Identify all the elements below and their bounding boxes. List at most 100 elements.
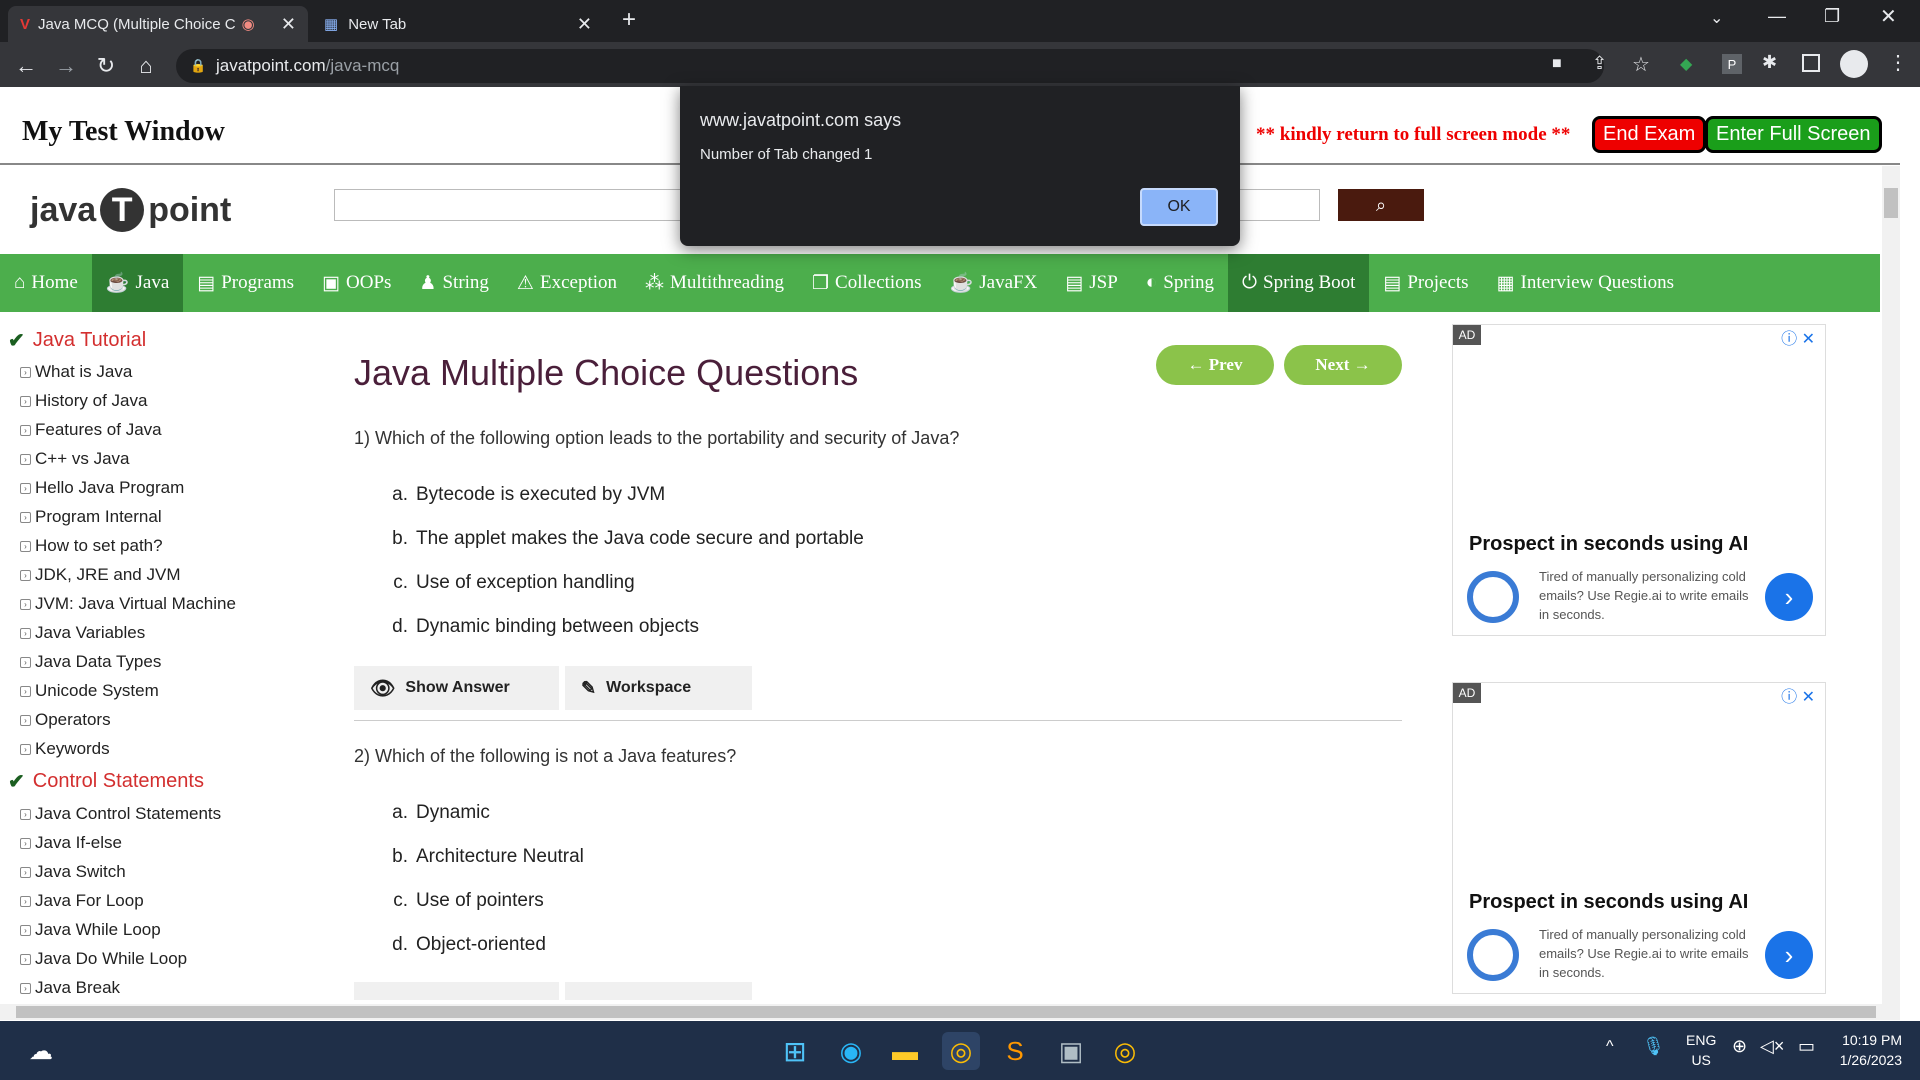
sidebar-item[interactable]: › History of Java bbox=[20, 391, 147, 411]
home-icon[interactable]: ⌂ bbox=[132, 52, 160, 80]
sidebar-section-control-statements[interactable]: ✔ Control Statements bbox=[8, 769, 204, 794]
sidebar-item[interactable]: › Java While Loop bbox=[20, 920, 161, 940]
side-panel-icon[interactable] bbox=[1802, 54, 1820, 72]
end-exam-button[interactable]: End Exam bbox=[1592, 116, 1707, 153]
microphone-icon[interactable]: 🎙 bbox=[1642, 1036, 1665, 1057]
nav-interview-questions[interactable]: ▦ Interview Questions bbox=[1483, 254, 1689, 312]
sidebar-item[interactable]: › Java Control Statements bbox=[20, 804, 221, 824]
vertical-scrollbar-thumb[interactable] bbox=[1884, 188, 1898, 218]
nav-label: JSP bbox=[1089, 272, 1118, 293]
back-icon[interactable]: ← bbox=[12, 52, 40, 80]
sidebar-item[interactable]: › What is Java bbox=[20, 362, 132, 382]
sidebar-item[interactable]: › Java For Loop bbox=[20, 891, 144, 911]
sidebar-item[interactable]: › Hello Java Program bbox=[20, 478, 184, 498]
nav-oops[interactable]: ▣ OOPs bbox=[308, 254, 405, 312]
sidebar-item[interactable]: › Operators bbox=[20, 710, 111, 730]
sidebar-item[interactable]: › C++ vs Java bbox=[20, 449, 130, 469]
sidebar-item[interactable]: › Java Break bbox=[20, 978, 120, 998]
sidebar-item[interactable]: › Java Data Types bbox=[20, 652, 161, 672]
tab-java-mcq[interactable]: V Java MCQ (Multiple Choice C ◉ ✕ bbox=[8, 6, 308, 42]
regie-logo-icon bbox=[1467, 571, 1519, 623]
prev-button[interactable]: ← Prev bbox=[1156, 345, 1274, 385]
answer-option: d. Object-oriented bbox=[380, 934, 546, 956]
vertical-scrollbar[interactable] bbox=[1882, 166, 1900, 1004]
extension-p-icon[interactable]: P bbox=[1722, 54, 1742, 74]
chevron-right-icon[interactable]: › bbox=[1765, 931, 1813, 979]
sidebar-item[interactable]: › Java Do While Loop bbox=[20, 949, 187, 969]
nav-home[interactable]: ⌂ Home bbox=[0, 254, 92, 312]
ad-close-icon[interactable]: ⓘ ✕ bbox=[1781, 325, 1815, 349]
sublime-icon[interactable]: S bbox=[996, 1032, 1034, 1070]
clock[interactable]: 10:19 PM 1/26/2023 bbox=[1830, 1030, 1902, 1070]
minimize-icon[interactable]: — bbox=[1768, 6, 1786, 27]
close-tab-icon[interactable]: ✕ bbox=[577, 14, 592, 35]
sidebar-item[interactable]: › Features of Java bbox=[20, 420, 162, 440]
nav-exception[interactable]: ⚠ Exception bbox=[503, 254, 631, 312]
network-icon[interactable]: ⊕ bbox=[1732, 1036, 1747, 1057]
windows-start-icon[interactable]: ⊞ bbox=[776, 1032, 814, 1070]
tab-search-icon[interactable]: ⌄ bbox=[1710, 8, 1723, 28]
restore-icon[interactable]: ❐ bbox=[1824, 6, 1840, 27]
workspace-button[interactable]: ✎ Workspace bbox=[565, 666, 752, 710]
profile-avatar[interactable] bbox=[1840, 50, 1868, 78]
menu-icon[interactable]: ⋮ bbox=[1888, 50, 1908, 75]
new-tab-icon[interactable]: + bbox=[622, 6, 636, 34]
extensions-puzzle-icon[interactable]: ✱ bbox=[1762, 52, 1777, 73]
chrome-profile-icon[interactable]: ◎ bbox=[1106, 1032, 1144, 1070]
dialog-ok-button[interactable]: OK bbox=[1140, 188, 1218, 226]
nav-java[interactable]: ☕ Java bbox=[91, 254, 184, 312]
regie-logo-icon bbox=[1467, 929, 1519, 981]
chevron-up-icon[interactable]: ^ bbox=[1606, 1038, 1614, 1056]
sidebar-section-java-tutorial[interactable]: ✔ Java Tutorial bbox=[8, 328, 146, 353]
horizontal-scrollbar-thumb[interactable] bbox=[16, 1006, 1876, 1018]
close-window-icon[interactable]: ✕ bbox=[1880, 4, 1897, 29]
sidebar-item[interactable]: › JDK, JRE and JVM bbox=[20, 565, 181, 585]
sidebar-item[interactable]: › How to set path? bbox=[20, 536, 163, 556]
ad-1[interactable]: AD ⓘ ✕ Prospect in seconds using AI Tire… bbox=[1452, 324, 1826, 636]
volume-icon[interactable]: ◁× bbox=[1760, 1036, 1784, 1057]
next-button[interactable]: Next → bbox=[1284, 345, 1402, 385]
chrome-icon[interactable]: ◎ bbox=[942, 1032, 980, 1070]
close-tab-icon[interactable]: ✕ bbox=[281, 14, 296, 35]
javatpoint-logo[interactable]: java T point bbox=[30, 188, 231, 232]
edge-icon[interactable]: ◉ bbox=[832, 1032, 870, 1070]
reload-icon[interactable]: ↻ bbox=[92, 52, 120, 80]
ad-2[interactable]: AD ⓘ ✕ Prospect in seconds using AI Tire… bbox=[1452, 682, 1826, 994]
nav-programs[interactable]: ▤ Programs bbox=[183, 254, 308, 312]
share-icon[interactable]: ⇪ bbox=[1592, 53, 1607, 74]
nav-jsp[interactable]: ▤ JSP bbox=[1051, 254, 1131, 312]
nav-projects[interactable]: ▤ Projects bbox=[1369, 254, 1482, 312]
sidebar-item[interactable]: › Java If-else bbox=[20, 833, 122, 853]
sidebar-item[interactable]: › Java Variables bbox=[20, 623, 145, 643]
ad-close-icon[interactable]: ⓘ ✕ bbox=[1781, 683, 1815, 707]
weather-icon[interactable]: ☁ bbox=[22, 1032, 60, 1070]
nav-multithreading[interactable]: ⁂ Multithreading bbox=[631, 254, 798, 312]
language-indicator[interactable]: ENG US bbox=[1686, 1030, 1716, 1070]
sidebar-item[interactable]: › Program Internal bbox=[20, 507, 162, 527]
sidebar-item[interactable]: › JVM: Java Virtual Machine bbox=[20, 594, 236, 614]
nav-javafx[interactable]: ☕ JavaFX bbox=[936, 254, 1052, 312]
search-button[interactable]: ⌕ bbox=[1338, 189, 1424, 221]
sidebar-item[interactable]: › Keywords bbox=[20, 739, 110, 759]
nav-spring-boot[interactable]: ⏻ Spring Boot bbox=[1227, 254, 1370, 312]
nav-spring[interactable]: ◐ Spring bbox=[1132, 254, 1228, 312]
show-answer-button[interactable]: 👁 Show Answer bbox=[354, 666, 559, 710]
sidebar-item[interactable]: › Unicode System bbox=[20, 681, 159, 701]
address-bar[interactable]: 🔒 javatpoint.com/java-mcq bbox=[176, 49, 1604, 83]
forward-icon[interactable]: → bbox=[52, 52, 80, 80]
option-letter: c. bbox=[393, 572, 408, 593]
bookmark-star-icon[interactable]: ☆ bbox=[1632, 52, 1650, 77]
file-explorer-icon[interactable]: ▬ bbox=[886, 1032, 924, 1070]
camera-icon[interactable]: ■ bbox=[1552, 55, 1562, 73]
nav-collections[interactable]: ❐ Collections bbox=[798, 254, 936, 312]
extension-icon[interactable]: ◆ bbox=[1680, 54, 1692, 74]
nav-string[interactable]: ♟ String bbox=[405, 254, 503, 312]
show-answer-button-2[interactable] bbox=[354, 982, 559, 1000]
battery-icon[interactable]: ▭ bbox=[1798, 1036, 1815, 1057]
image-viewer-icon[interactable]: ▣ bbox=[1052, 1032, 1090, 1070]
sidebar-item[interactable]: › Java Switch bbox=[20, 862, 126, 882]
tab-new-tab[interactable]: ▦ New Tab ✕ bbox=[312, 6, 604, 42]
enter-full-screen-button[interactable]: Enter Full Screen bbox=[1705, 116, 1882, 153]
chevron-right-icon[interactable]: › bbox=[1765, 573, 1813, 621]
workspace-button-2[interactable] bbox=[565, 982, 752, 1000]
